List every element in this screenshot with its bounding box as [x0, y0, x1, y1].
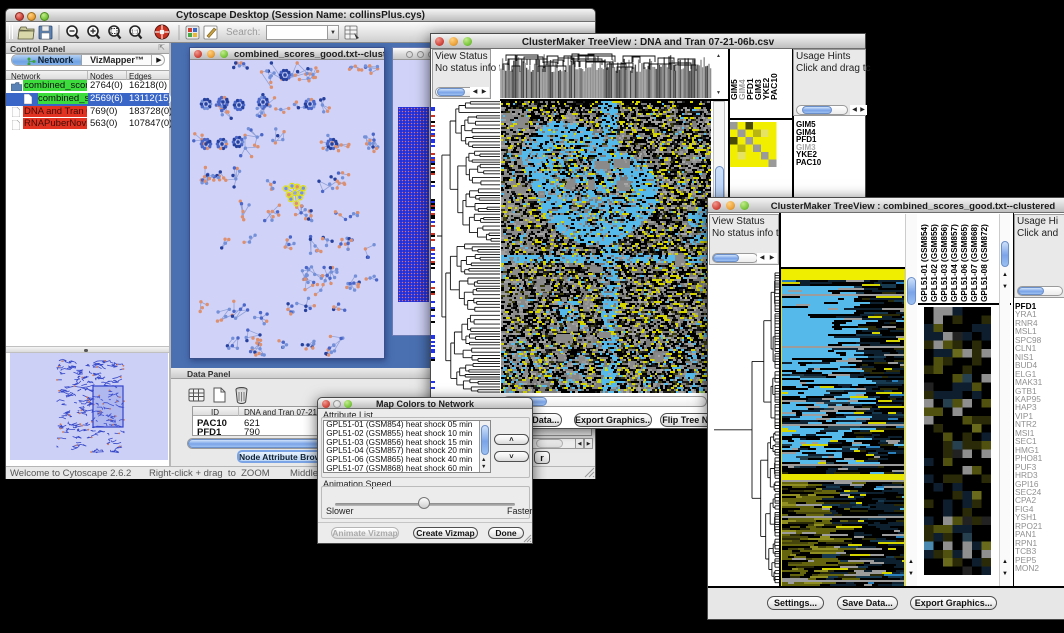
svg-text:GPL51-06 (GSM865): GPL51-06 (GSM865)	[960, 224, 969, 302]
svg-text:GPL51-08 (GSM872): GPL51-08 (GSM872)	[980, 224, 989, 302]
svg-text:GPL51-04 (GSM857): GPL51-04 (GSM857)	[950, 224, 959, 302]
svg-text:PAC10: PAC10	[769, 73, 779, 100]
svg-text:GPL51-07 (GSM868): GPL51-07 (GSM868)	[970, 224, 979, 302]
svg-text:GPL51-01 (GSM854): GPL51-01 (GSM854)	[920, 224, 929, 302]
svg-text:1:1: 1:1	[131, 30, 139, 36]
svg-text:GPL51-03 (GSM856): GPL51-03 (GSM856)	[940, 224, 949, 302]
svg-text:GPL51-02 (GSM855): GPL51-02 (GSM855)	[930, 224, 939, 302]
